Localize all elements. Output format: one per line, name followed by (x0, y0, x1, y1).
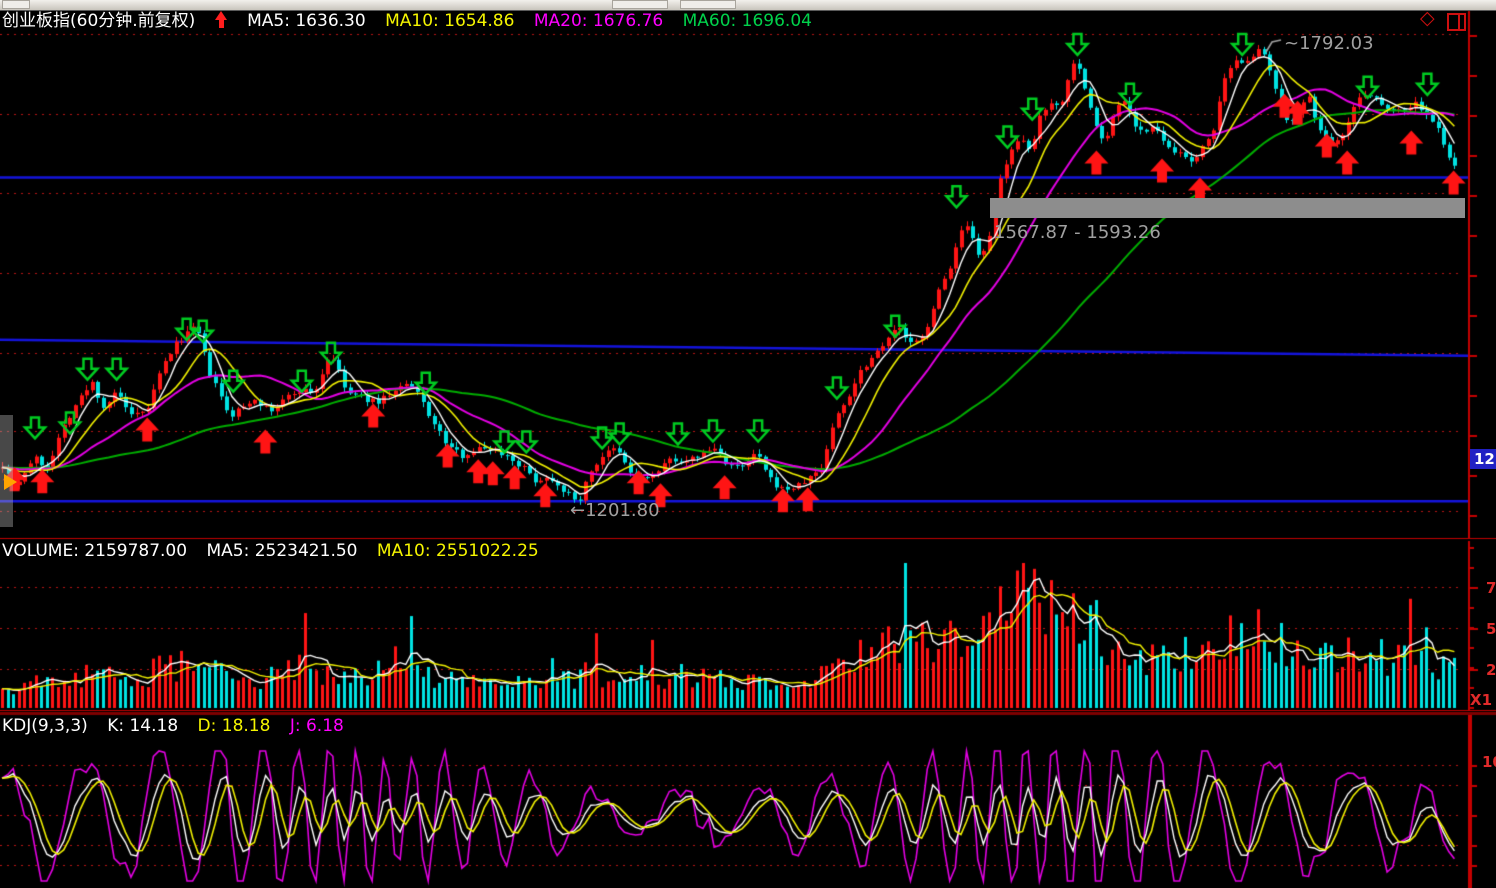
kdj-axis-label: 10 (1482, 753, 1496, 771)
stock-chart-window: 创业板指(60分钟.前复权) MA5: 1636.30 MA10: 1654.8… (0, 0, 1496, 888)
ma5-legend: MA5: 1636.30 (247, 11, 366, 31)
split-window-icon[interactable] (1447, 13, 1466, 31)
ma10-legend: MA10: 1654.86 (385, 11, 514, 31)
kdj-header: KDJ(9,3,3) K: 14.18 D: 18.18 J: 6.18 (2, 716, 358, 736)
price-tag: 125 (1470, 449, 1496, 469)
left-scroll-strip[interactable] (0, 415, 13, 527)
diamond-icon[interactable]: ◇ (1420, 9, 1435, 28)
range-annotation: 1567.87 - 1593.26 (994, 222, 1161, 243)
volume-axis-label-5: 5 (1486, 620, 1496, 638)
volume-axis-label-7: 7 (1486, 579, 1496, 597)
volume-axis-label-2: 2 (1486, 661, 1496, 679)
volume-unit-label: X1 (1470, 691, 1492, 709)
toolbar[interactable] (0, 0, 1496, 11)
low-annotation: ←1201.80 (570, 500, 660, 521)
ma60-legend: MA60: 1696.04 (683, 11, 812, 31)
symbol-title: 创业板指(60分钟.前复权) (2, 11, 195, 31)
toolbar-segment[interactable] (2, 0, 30, 9)
toolbar-button[interactable] (680, 0, 736, 9)
main-chart-header: 创业板指(60分钟.前复权) MA5: 1636.30 MA10: 1654.8… (2, 11, 826, 31)
volume-header: VOLUME: 2159787.00 MA5: 2523421.50 MA10:… (2, 541, 553, 561)
kdj-j: J: 6.18 (290, 716, 344, 736)
volume-ma5: MA5: 2523421.50 (206, 541, 357, 561)
kdj-name: KDJ(9,3,3) (2, 716, 88, 736)
volume-ma10: MA10: 2551022.25 (377, 541, 539, 561)
chart-canvas[interactable] (0, 0, 1496, 888)
kdj-k: K: 14.18 (107, 716, 178, 736)
volume-value: VOLUME: 2159787.00 (2, 541, 187, 561)
high-annotation: ~1792.03 (1284, 33, 1374, 54)
ma20-legend: MA20: 1676.76 (534, 11, 663, 31)
kdj-d: D: 18.18 (198, 716, 271, 736)
toolbar-button[interactable] (612, 0, 668, 9)
range-box (990, 198, 1465, 218)
up-arrow-icon (215, 11, 228, 28)
left-more-data-marker (4, 474, 17, 490)
